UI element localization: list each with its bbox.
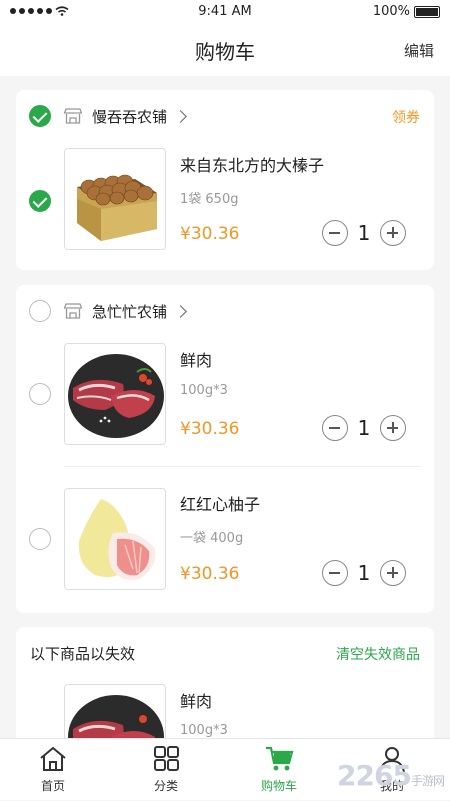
edit-button[interactable]: 编辑 — [404, 40, 434, 61]
product-price: ¥30.36 — [180, 224, 239, 244]
shop-checkbox[interactable] — [29, 105, 51, 127]
coupon-button[interactable]: 领券 — [392, 107, 420, 127]
watermark-brand: 2265 — [337, 759, 411, 792]
quantity-value[interactable]: 1 — [348, 561, 380, 585]
quantity-stepper: 1 — [322, 560, 406, 586]
tab-category[interactable]: 分类 — [121, 739, 211, 801]
battery-percent: 100% — [373, 4, 410, 19]
product-name[interactable]: 鲜肉 — [180, 347, 212, 371]
tab-label: 分类 — [121, 777, 211, 794]
tab-cart[interactable]: 购物车 — [234, 739, 324, 801]
shop-card: 急忙忙农铺 鲜肉 100g*3 ¥30.36 1 — [16, 285, 434, 613]
product-image[interactable] — [64, 488, 166, 590]
decrease-button[interactable] — [322, 415, 348, 441]
page-header: 购物车 编辑 — [0, 24, 450, 76]
quantity-value[interactable]: 1 — [348, 416, 380, 440]
watermark-sub: 手游网 — [411, 774, 444, 788]
product-spec: 100g*3 — [180, 723, 228, 738]
item-divider — [64, 466, 420, 467]
product-image[interactable] — [64, 343, 166, 445]
store-icon — [64, 108, 82, 124]
fresh-meat-image — [65, 344, 166, 445]
tab-home[interactable]: 首页 — [8, 739, 98, 801]
decrease-button[interactable] — [322, 220, 348, 246]
product-spec: 100g*3 — [180, 383, 228, 398]
chevron-right-icon[interactable] — [174, 110, 187, 123]
product-spec: 1袋 650g — [180, 188, 238, 207]
invalid-items-title: 以下商品以失效 — [30, 643, 135, 664]
grid-icon — [151, 745, 181, 773]
page-title: 购物车 — [0, 36, 450, 65]
increase-button[interactable] — [380, 220, 406, 246]
increase-button[interactable] — [380, 415, 406, 441]
decrease-button[interactable] — [322, 560, 348, 586]
tab-label: 首页 — [8, 777, 98, 794]
quantity-stepper: 1 — [322, 220, 406, 246]
chevron-right-icon[interactable] — [174, 305, 187, 318]
tab-label: 购物车 — [234, 777, 324, 794]
home-icon — [38, 745, 68, 773]
cart-icon — [264, 745, 294, 773]
store-icon — [64, 303, 82, 319]
product-price: ¥30.36 — [180, 419, 239, 439]
item-checkbox[interactable] — [29, 383, 51, 405]
quantity-stepper: 1 — [322, 415, 406, 441]
item-checkbox[interactable] — [29, 528, 51, 550]
increase-button[interactable] — [380, 560, 406, 586]
clear-invalid-button[interactable]: 清空失效商品 — [336, 644, 420, 664]
pomelo-image — [65, 489, 166, 590]
shop-card: 慢吞吞农铺 领券 来自东北方的大榛子 1袋 650g ¥30.36 1 — [16, 90, 434, 270]
status-bar: 9:41 AM 100% — [0, 0, 450, 24]
battery-icon — [414, 6, 440, 18]
item-checkbox[interactable] — [29, 190, 51, 212]
product-spec: 一袋 400g — [180, 527, 243, 546]
shop-name[interactable]: 慢吞吞农铺 — [92, 106, 167, 127]
battery-indicator: 100% — [373, 4, 440, 19]
product-name[interactable]: 红红心柚子 — [180, 491, 260, 515]
quantity-value[interactable]: 1 — [348, 221, 380, 245]
shop-name[interactable]: 急忙忙农铺 — [92, 301, 167, 322]
product-image[interactable] — [64, 148, 166, 250]
watermark-logo: 2265手游网 — [337, 759, 444, 792]
product-name: 鲜肉 — [180, 688, 212, 712]
hazelnut-box-image — [65, 149, 166, 250]
product-name[interactable]: 来自东北方的大榛子 — [180, 152, 324, 176]
product-price: ¥30.36 — [180, 564, 239, 584]
shop-checkbox[interactable] — [29, 300, 51, 322]
